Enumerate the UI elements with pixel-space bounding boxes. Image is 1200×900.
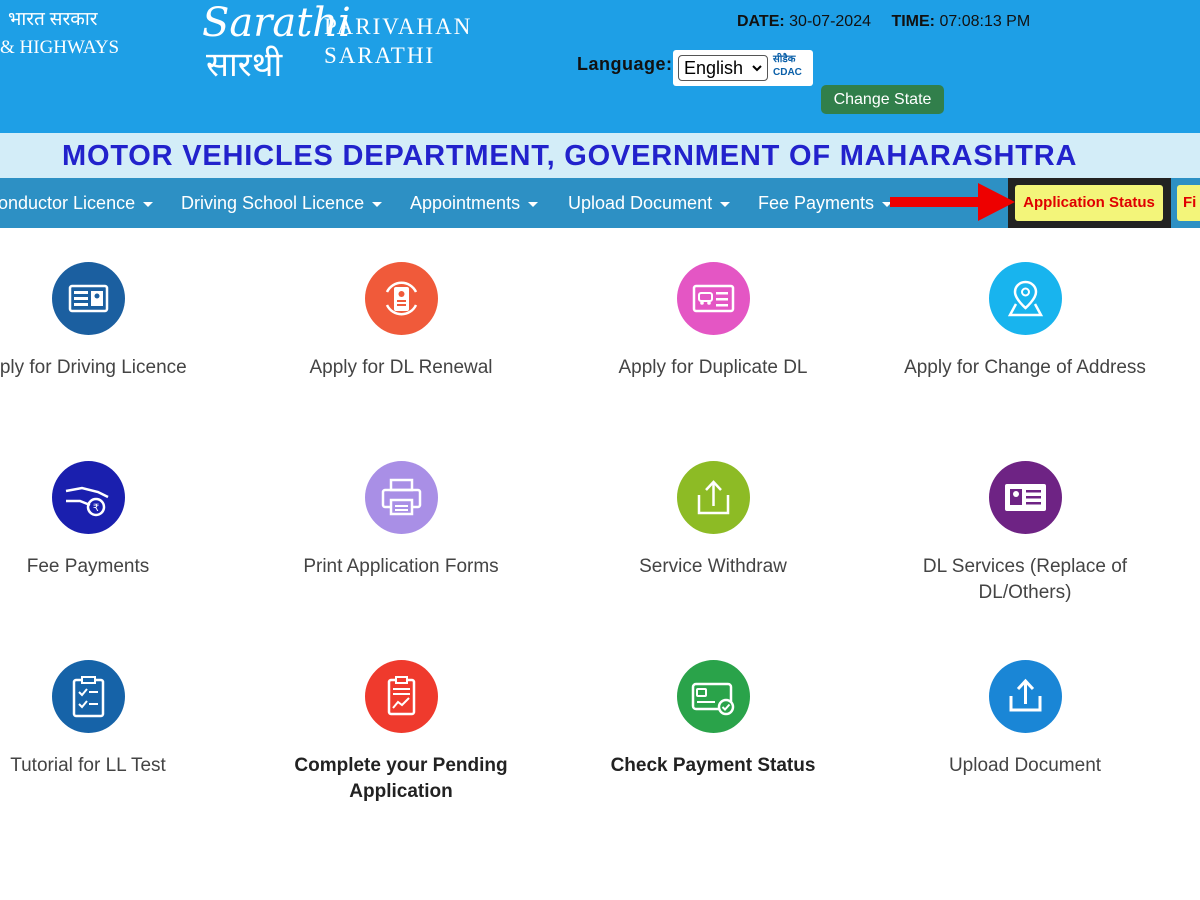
brand-title: PARIVAHAN SARATHI [324, 14, 472, 72]
dl-services-icon [988, 461, 1062, 534]
nav-item-fee-payments[interactable]: Fee Payments [758, 178, 893, 228]
nav-item-conductor-licence[interactable]: onductor Licence [0, 178, 154, 228]
checklist-icon [51, 660, 125, 733]
tile-label: Fee Payments [26, 556, 150, 577]
tile-label: DL Services (Replace of DL/Others) [922, 556, 1128, 603]
svg-text:₹: ₹ [92, 503, 98, 514]
tile-dl-services[interactable]: DL Services (Replace of DL/Others) [875, 461, 1175, 606]
red-arrow-icon [890, 183, 1015, 221]
cdac-line-2: CDAC [773, 67, 802, 78]
nav-item-label: Upload Document [568, 193, 713, 213]
tile-check-payment-status[interactable]: Check Payment Status [563, 660, 863, 779]
tile-label: Check Payment Status [610, 755, 816, 776]
nav-item-label: Appointments [410, 193, 521, 213]
renewal-icon [364, 262, 438, 335]
location-pin-icon [988, 262, 1062, 335]
tile-apply-change-address[interactable]: Apply for Change of Address [875, 262, 1175, 381]
tile-apply-driving-licence[interactable]: pply for Driving Licence [0, 262, 238, 381]
cdac-line-1: सीडैक [773, 54, 796, 65]
nav-item-label: Driving School Licence [181, 193, 365, 213]
tile-apply-dl-renewal[interactable]: Apply for DL Renewal [251, 262, 551, 381]
time-value: 07:08:13 PM [939, 13, 1031, 30]
gov-line-2: & HIGHWAYS [0, 37, 120, 58]
language-selected: English [684, 58, 744, 78]
tile-complete-pending-application[interactable]: Complete your Pending Application [251, 660, 551, 805]
change-state-button[interactable]: Change State [821, 85, 944, 114]
language-select[interactable]: English [678, 55, 768, 81]
site-header: भारत सरकार & HIGHWAYS Sarathi सारथी PARI… [0, 0, 1200, 133]
time-label: TIME: [891, 13, 935, 30]
pending-application-icon [364, 660, 438, 733]
nav-item-upload-document[interactable]: Upload Document [568, 178, 731, 228]
sarathi-logo[interactable]: Sarathi सारथी [198, 0, 351, 85]
printer-icon [364, 461, 438, 534]
caret-down-icon [372, 201, 383, 207]
department-title: MOTOR VEHICLES DEPARTMENT, GOVERNMENT OF… [62, 140, 1078, 172]
tile-label: Apply for DL Renewal [309, 357, 493, 378]
upload-icon [988, 660, 1062, 733]
department-band: MOTOR VEHICLES DEPARTMENT, GOVERNMENT OF… [0, 133, 1200, 178]
chevron-down-icon [751, 56, 763, 88]
nav-item-appointments[interactable]: Appointments [410, 178, 539, 228]
tile-label: Print Application Forms [303, 556, 499, 577]
language-box: English सीडैक CDAC [673, 50, 813, 86]
duplicate-dl-icon [676, 262, 750, 335]
date-label: DATE: [737, 13, 785, 30]
tile-label: Tutorial for LL Test [10, 755, 166, 776]
nav-item-label: Fee Payments [758, 193, 875, 213]
application-status-button[interactable]: Application Status [1015, 185, 1163, 221]
tile-label: Service Withdraw [639, 556, 787, 577]
partial-nav-button[interactable]: Fi [1177, 185, 1200, 221]
tile-label: Apply for Duplicate DL [618, 357, 808, 378]
brand-line-2: SARATHI [324, 43, 436, 68]
tile-upload-document[interactable]: Upload Document [875, 660, 1175, 779]
brand-line-1: PARIVAHAN [324, 14, 473, 39]
tile-tutorial-ll-test[interactable]: Tutorial for LL Test [0, 660, 238, 779]
tile-label: Apply for Change of Address [904, 357, 1146, 378]
government-label: भारत सरकार & HIGHWAYS [0, 6, 119, 62]
gov-line-1: भारत सरकार [8, 9, 98, 30]
tile-label: Upload Document [948, 755, 1102, 776]
id-card-icon [51, 262, 125, 335]
withdraw-icon [676, 461, 750, 534]
logo-devanagari-text: सारथी [206, 45, 283, 85]
tile-label: pply for Driving Licence [0, 357, 187, 378]
language-label: Language: [577, 54, 673, 74]
tile-label: Complete your Pending Application [294, 755, 508, 802]
tile-service-withdraw[interactable]: Service Withdraw [563, 461, 863, 580]
date-value: 30-07-2024 [789, 13, 871, 30]
caret-down-icon [528, 201, 539, 207]
nav-item-label: onductor Licence [0, 193, 136, 213]
date-time-display: DATE: 30-07-2024 TIME: 07:08:13 PM [737, 13, 1030, 31]
tile-apply-duplicate-dl[interactable]: Apply for Duplicate DL [563, 262, 863, 381]
caret-down-icon [720, 201, 731, 207]
payment-status-icon [676, 660, 750, 733]
tile-print-application-forms[interactable]: Print Application Forms [251, 461, 551, 580]
tile-fee-payments[interactable]: ₹ Fee Payments [0, 461, 238, 580]
caret-down-icon [143, 201, 154, 207]
payment-hand-icon: ₹ [51, 461, 125, 534]
cdac-logo: सीडैक CDAC [773, 53, 802, 79]
nav-item-driving-school-licence[interactable]: Driving School Licence [181, 178, 383, 228]
